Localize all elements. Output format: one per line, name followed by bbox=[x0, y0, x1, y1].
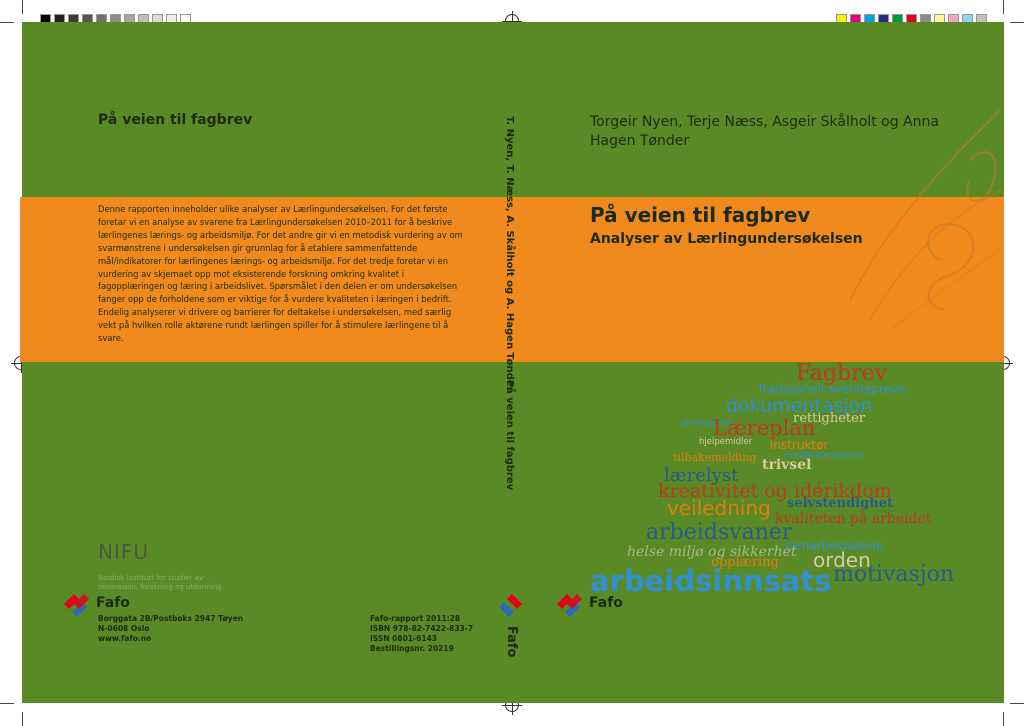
word-hjelpemidler: hjelpemidler bbox=[699, 437, 753, 447]
word-cloud: Fagbrev Tradisjonell svenneprøve dokumen… bbox=[0, 0, 1024, 726]
word-arbeidsvaner: arbeidsvaner bbox=[646, 520, 793, 545]
word-selvstendighet: selvstendighet bbox=[787, 496, 893, 511]
word-veiledning: veiledning bbox=[667, 496, 771, 520]
word-kvaliteten: kvaliteten på arbeidet bbox=[775, 511, 932, 527]
word-motivasjon: motivasjon bbox=[833, 562, 955, 587]
word-instruktor: instruktør bbox=[770, 438, 829, 452]
word-tradisjonell-svenneprove: Tradisjonell svenneprøve bbox=[757, 382, 906, 396]
word-tilbakemelding: tilbakemelding bbox=[673, 451, 757, 464]
fafo-mark-icon bbox=[557, 594, 582, 616]
word-trivsel: trivsel bbox=[762, 457, 812, 473]
front-fafo-wordmark: Fafo bbox=[589, 595, 623, 611]
word-arbeidsinnsats: arbeidsinnsats bbox=[590, 564, 832, 598]
